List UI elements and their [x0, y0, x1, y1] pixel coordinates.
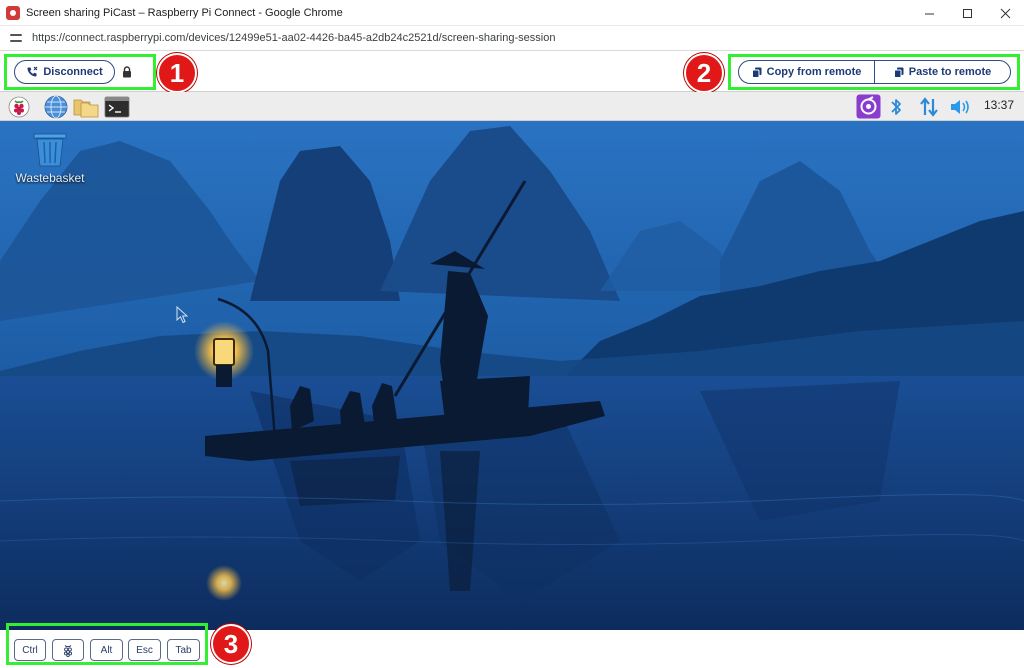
- copy-icon: [751, 67, 762, 78]
- raspberry-menu-button[interactable]: [7, 95, 31, 118]
- network-icon: [920, 96, 938, 117]
- network-tray-button[interactable]: [917, 95, 941, 118]
- alt-key-button[interactable]: Alt: [90, 639, 123, 661]
- web-browser-button[interactable]: [43, 95, 69, 118]
- desktop-wallpaper: [0, 121, 1024, 630]
- file-manager-icon: [73, 99, 99, 117]
- terminal-icon: [104, 96, 130, 117]
- address-bar: https://connect.raspberrypi.com/devices/…: [0, 26, 1024, 51]
- paste-icon: [893, 67, 904, 78]
- wastebasket-desktop-icon[interactable]: Wastebasket: [10, 133, 90, 185]
- file-manager-button[interactable]: [72, 95, 100, 118]
- super-key-button[interactable]: [52, 639, 84, 661]
- browser-window: Screen sharing PiCast – Raspberry Pi Con…: [0, 0, 1024, 668]
- maximize-button[interactable]: [948, 0, 986, 26]
- volume-icon: [951, 99, 969, 114]
- callout-badge-3: 3: [211, 624, 251, 664]
- raspberry-pi-connect-icon: [856, 94, 880, 119]
- callout-badge-1: 1: [157, 53, 197, 93]
- window-title: Screen sharing PiCast – Raspberry Pi Con…: [26, 6, 343, 19]
- special-keys-bar: Ctrl Alt Esc Tab 3: [0, 623, 1024, 668]
- clipboard-button-group: Copy from remote Paste to remote: [738, 60, 1011, 84]
- url-text[interactable]: https://connect.raspberrypi.com/devices/…: [32, 32, 555, 44]
- bluetooth-icon: [891, 98, 901, 115]
- minimize-icon: [924, 13, 934, 14]
- callout-badge-2: 2: [684, 53, 724, 93]
- close-button[interactable]: [986, 0, 1024, 26]
- remote-desktop[interactable]: Wastebasket: [0, 121, 1024, 630]
- phone-disconnect-icon: [27, 66, 38, 77]
- volume-tray-button[interactable]: [948, 95, 974, 118]
- copy-from-remote-label: Copy from remote: [766, 66, 862, 78]
- ctrl-key-button[interactable]: Ctrl: [14, 639, 46, 661]
- close-icon: [1000, 8, 1010, 18]
- terminal-button[interactable]: [104, 95, 130, 118]
- app-icon: [6, 5, 20, 20]
- site-info-icon[interactable]: [10, 32, 22, 44]
- raspberry-menu-icon: [8, 96, 30, 117]
- disconnect-button[interactable]: Disconnect: [14, 60, 115, 84]
- minimize-button[interactable]: [910, 0, 948, 26]
- session-toolbar: Disconnect 1 2 Copy from remote Paste to…: [0, 51, 1024, 93]
- paste-to-remote-label: Paste to remote: [908, 66, 992, 78]
- raspberry-key-icon: [63, 644, 73, 657]
- tab-key-button[interactable]: Tab: [167, 639, 200, 661]
- taskbar-clock: 13:37: [983, 98, 1014, 112]
- paste-to-remote-button[interactable]: Paste to remote: [874, 61, 1010, 83]
- wastebasket-icon: [33, 133, 67, 167]
- lock-icon: [123, 66, 131, 78]
- esc-key-button[interactable]: Esc: [128, 639, 161, 661]
- copy-from-remote-button[interactable]: Copy from remote: [739, 61, 874, 83]
- raspberry-pi-connect-tray-button[interactable]: [855, 94, 881, 119]
- bluetooth-tray-button[interactable]: [886, 95, 906, 118]
- wastebasket-label: Wastebasket: [15, 171, 85, 185]
- web-browser-icon: [44, 95, 68, 118]
- title-bar: Screen sharing PiCast – Raspberry Pi Con…: [0, 0, 1024, 26]
- remote-taskbar: 13:37: [0, 92, 1024, 121]
- maximize-icon: [962, 8, 972, 18]
- mouse-cursor-icon: [176, 306, 188, 324]
- window-controls: [910, 0, 1024, 26]
- disconnect-label: Disconnect: [43, 66, 103, 78]
